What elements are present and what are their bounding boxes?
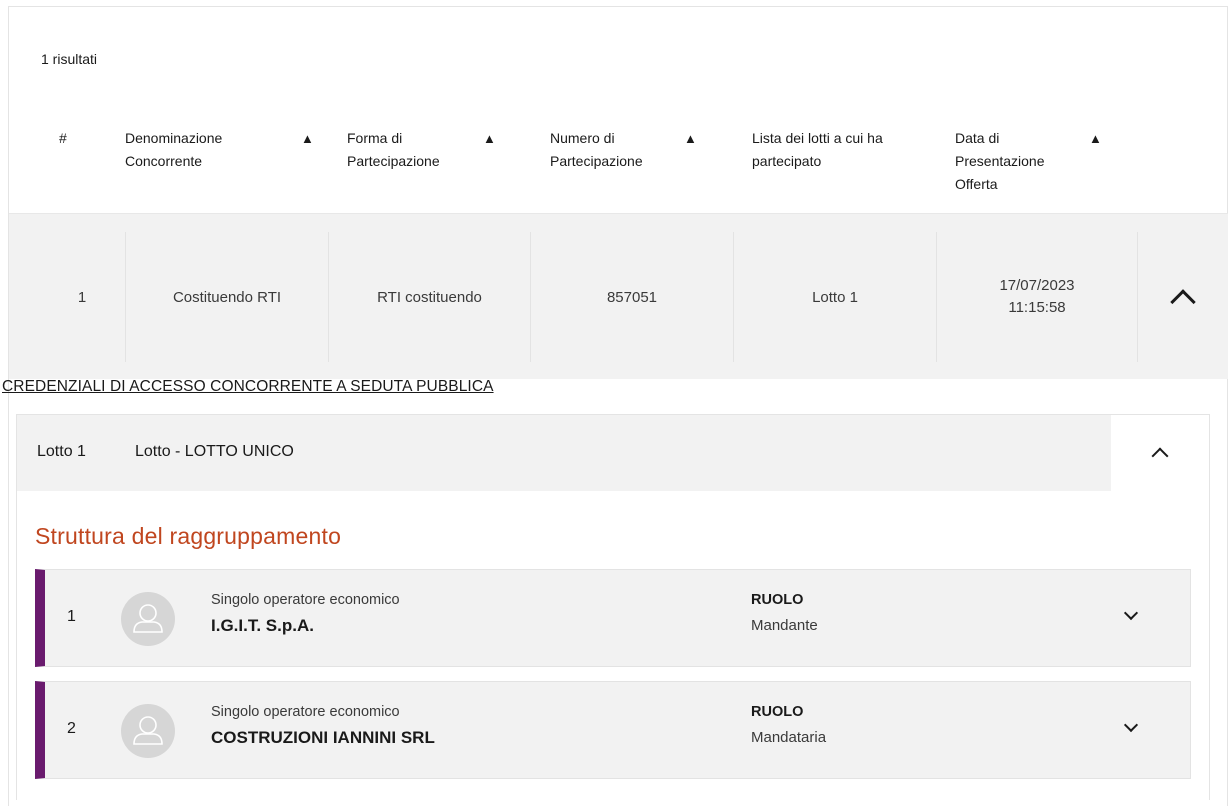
column-header-forma[interactable]: Forma di Partecipazione ▲ [347,127,547,173]
member-index: 2 [67,720,76,737]
column-header-lotti: Lista dei lotti a cui ha partecipato [752,127,932,173]
lotto-collapse-button[interactable] [1111,415,1209,491]
sort-ascending-icon[interactable]: ▲ [483,127,496,150]
member-index: 1 [67,608,76,625]
member-role-label: RUOLO [751,592,804,608]
column-header-label: Numero di Partecipazione [550,130,643,169]
list-item[interactable]: 1 Singolo operatore economico I.G.I.T. S… [35,569,1191,667]
lotto-panel: Lotto 1 Lotto - LOTTO UNICO Struttura de… [16,414,1210,800]
member-role-label: RUOLO [751,704,804,720]
member-name: COSTRUZIONI IANNINI SRL [211,728,435,747]
table-row[interactable]: 1 Costituendo RTI RTI costituendo 857051… [9,213,1228,379]
column-header-data[interactable]: Data di Presentazione Offerta ▲ [955,127,1155,196]
column-header-label: Data di Presentazione Offerta [955,130,1045,192]
credentials-link[interactable]: CREDENZIALI DI ACCESSO CONCORRENTE A SED… [2,378,494,396]
list-item[interactable]: 2 Singolo operatore economico COSTRUZION… [35,681,1191,779]
cell-numero: 857051 [530,232,733,362]
chevron-down-icon [1123,605,1139,621]
column-header-index: # [59,127,67,150]
member-expand-button[interactable] [1119,604,1143,628]
cell-data-date: 17/07/2023 [999,277,1075,294]
column-header-label: Lista dei lotti a cui ha partecipato [752,130,883,169]
column-header-denominazione[interactable]: Denominazione Concorrente ▲ [125,127,325,173]
table-header: # Denominazione Concorrente ▲ Forma di P… [9,117,1228,213]
lotto-number: Lotto 1 [37,443,86,460]
chevron-down-icon [1123,717,1139,733]
lotto-name: Lotto - LOTTO UNICO [135,443,294,460]
column-header-numero[interactable]: Numero di Partecipazione ▲ [550,127,750,173]
cell-lotti: Lotto 1 [733,232,936,362]
results-count: 1 risultati [41,51,98,67]
lotto-header[interactable]: Lotto 1 Lotto - LOTTO UNICO [17,415,1209,491]
member-type: Singolo operatore economico [211,704,400,720]
chevron-up-icon [1169,289,1196,315]
sort-ascending-icon[interactable]: ▲ [1089,127,1102,150]
section-title: Struttura del raggruppamento [35,523,342,549]
member-role: Mandante [751,617,818,634]
member-name: I.G.I.T. S.p.A. [211,616,314,635]
chevron-up-icon [1151,447,1169,465]
sort-ascending-icon[interactable]: ▲ [301,127,314,150]
cell-denominazione: Costituendo RTI [125,232,328,362]
cell-index: 1 [77,288,87,306]
member-expand-button[interactable] [1119,716,1143,740]
user-avatar-icon [121,592,175,646]
column-header-label: # [59,130,67,146]
cell-data: 17/07/2023 11:15:58 [936,232,1137,362]
user-avatar-icon [121,704,175,758]
column-header-label: Denominazione Concorrente [125,130,223,169]
sort-ascending-icon[interactable]: ▲ [684,127,697,150]
row-collapse-button[interactable] [1137,232,1227,362]
member-type: Singolo operatore economico [211,592,400,608]
column-header-label: Forma di Partecipazione [347,130,440,169]
cell-data-time: 11:15:58 [1008,299,1066,316]
cell-forma: RTI costituendo [328,232,530,362]
member-role: Mandataria [751,729,827,746]
